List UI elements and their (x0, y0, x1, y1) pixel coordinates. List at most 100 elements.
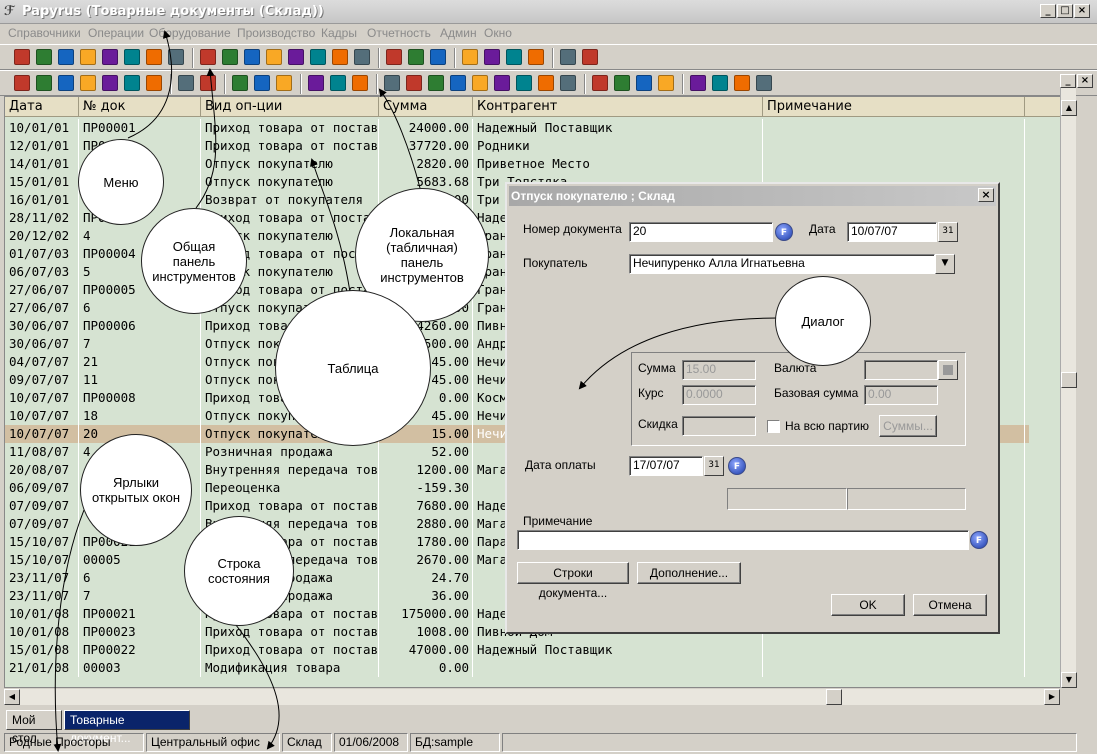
link-icon[interactable] (308, 75, 324, 91)
whole-batch-checkbox[interactable] (767, 420, 780, 433)
arrow2-icon[interactable] (658, 75, 674, 91)
doc-number-f-button[interactable]: F (775, 223, 793, 241)
menu-item-operations[interactable]: Операции (88, 26, 144, 40)
globe-icon[interactable] (494, 75, 510, 91)
doc3-icon[interactable] (266, 49, 282, 65)
people-icon[interactable] (472, 75, 488, 91)
sum-icon[interactable] (690, 75, 706, 91)
tool-icon[interactable] (538, 75, 554, 91)
check-icon[interactable] (430, 49, 446, 65)
arrow-icon[interactable] (636, 75, 652, 91)
menu-item-reports[interactable]: Отчетность (367, 26, 431, 40)
props-icon[interactable] (14, 75, 30, 91)
close-button[interactable]: × (1074, 4, 1090, 18)
cluster-icon[interactable] (450, 75, 466, 91)
print2-icon[interactable] (614, 75, 630, 91)
note-f-button[interactable]: F (970, 531, 988, 549)
globe-icon[interactable] (168, 49, 184, 65)
col-header-sum[interactable]: Сумма (379, 97, 473, 117)
doc4-icon[interactable] (288, 49, 304, 65)
transfer2-icon[interactable] (734, 75, 750, 91)
col-header-note[interactable]: Примечание (763, 97, 1025, 117)
date-field[interactable]: 10/07/07 (847, 222, 937, 242)
menu-item-staff[interactable]: Кадры (321, 26, 357, 40)
base-sum-field[interactable]: 0.00 (864, 385, 938, 405)
copy-icon[interactable] (58, 75, 74, 91)
col-header-doc-number[interactable]: № док (79, 97, 201, 117)
col-header-date[interactable]: Дата (5, 97, 79, 117)
table-row[interactable]: 21/01/08 00003 Модификация товара 0.00 (5, 659, 1029, 677)
pay-date-calendar-icon[interactable]: 31 (704, 456, 724, 476)
ok-button[interactable]: OK (831, 594, 905, 616)
tree2-icon[interactable] (428, 75, 444, 91)
minimize-button[interactable]: _ (1040, 4, 1056, 18)
doc5-icon[interactable] (310, 49, 326, 65)
tree-icon[interactable] (146, 75, 162, 91)
delete-icon[interactable] (80, 75, 96, 91)
note-field[interactable] (517, 530, 969, 550)
cancel-button[interactable]: Отмена (913, 594, 987, 616)
table-row[interactable]: 10/01/01 ПР00001 Приход товара от постав 24… (5, 119, 1029, 137)
chevron-down-icon[interactable]: ▼ (935, 254, 955, 274)
delete-all-icon[interactable] (102, 75, 118, 91)
horizontal-scrollbar[interactable]: ◀ ▶ (4, 689, 1060, 705)
menu-item-directories[interactable]: Справочники (8, 26, 81, 40)
cart-icon[interactable] (146, 49, 162, 65)
rate-field[interactable]: 0.0000 (682, 385, 756, 405)
scroll-thumb[interactable] (1061, 372, 1077, 388)
refresh-icon[interactable] (756, 75, 772, 91)
table-row[interactable]: 15/01/08 ПР00022 Приход товара от постав 47… (5, 641, 1029, 659)
hscroll-thumb[interactable] (826, 689, 842, 705)
scroll-down-arrow[interactable]: ▼ (1061, 672, 1077, 688)
currency-field[interactable] (864, 360, 938, 380)
report-icon[interactable] (408, 49, 424, 65)
stack-icon[interactable] (276, 75, 292, 91)
list3-icon[interactable] (506, 49, 522, 65)
table-row[interactable]: 12/01/01ПР00002Приход товара от постав37… (5, 137, 1029, 155)
clip-icon[interactable] (560, 75, 576, 91)
sums-button[interactable]: Суммы... (879, 415, 937, 437)
sys-icon[interactable] (254, 75, 270, 91)
cross-icon[interactable] (712, 75, 728, 91)
sum-field[interactable]: 15.00 (682, 360, 756, 380)
scroll-left-arrow[interactable]: ◀ (4, 689, 20, 705)
text-icon[interactable] (222, 49, 238, 65)
maximize-button[interactable]: □ (1057, 4, 1073, 18)
add-icon[interactable] (36, 75, 52, 91)
pay-date-field[interactable]: 17/07/07 (629, 456, 703, 476)
menu-item-window[interactable]: Окно (484, 26, 512, 40)
print-icon[interactable] (592, 75, 608, 91)
mail-icon[interactable] (80, 49, 96, 65)
dc-icon[interactable] (200, 49, 216, 65)
menu-item-production[interactable]: Производство (237, 26, 315, 40)
print-icon[interactable] (102, 49, 118, 65)
doc2-icon[interactable] (244, 49, 260, 65)
menu-item-equipment[interactable]: Оборудование (149, 26, 231, 40)
col-header-op-type[interactable]: Вид оп-ции (201, 97, 379, 117)
filter-icon[interactable] (124, 75, 140, 91)
pay-date-f-button[interactable]: F (728, 457, 746, 475)
doc-icon[interactable] (36, 49, 52, 65)
search-icon[interactable] (178, 75, 194, 91)
dialog-close-button[interactable]: × (978, 188, 994, 202)
list2-icon[interactable] (484, 49, 500, 65)
pc-icon[interactable] (386, 49, 402, 65)
book-icon[interactable] (354, 49, 370, 65)
discount-field[interactable] (682, 416, 756, 436)
col-header-contractor[interactable]: Контрагент (473, 97, 763, 117)
menu-item-admin[interactable]: Админ (440, 26, 477, 40)
recycle-icon[interactable] (232, 75, 248, 91)
dollar-icon[interactable] (406, 75, 422, 91)
grid-minimize-button[interactable]: _ (1060, 74, 1076, 88)
building-icon[interactable] (58, 49, 74, 65)
tool2-icon[interactable] (582, 49, 598, 65)
tool-icon[interactable] (560, 49, 576, 65)
calc-icon[interactable] (330, 75, 346, 91)
arrows-icon[interactable] (332, 49, 348, 65)
grid-close-button[interactable]: × (1077, 74, 1093, 88)
copy-icon[interactable] (124, 49, 140, 65)
extra-button[interactable]: Дополнение... (637, 562, 741, 584)
tab-documents[interactable]: Товарные документ... (64, 710, 190, 745)
money-icon[interactable] (352, 75, 368, 91)
buyer-select[interactable]: Нечипуренко Алла Игнатьевна (629, 254, 935, 274)
